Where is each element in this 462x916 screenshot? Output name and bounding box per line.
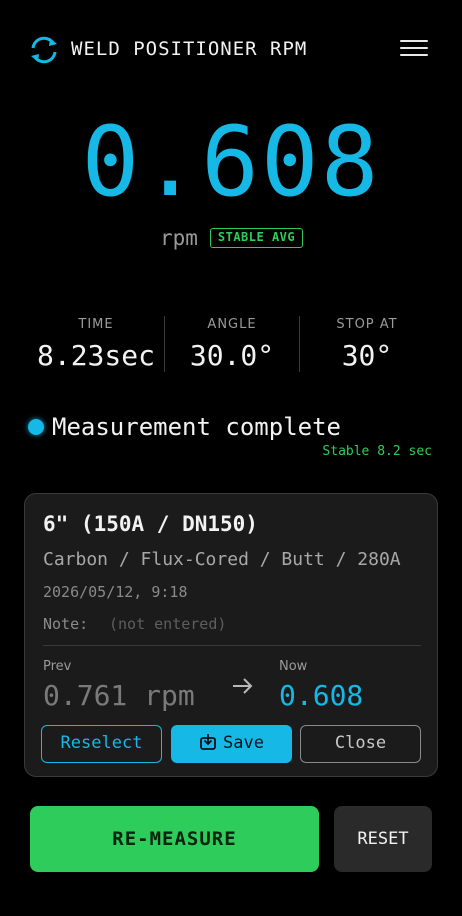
hamburger-menu-icon[interactable] — [400, 40, 430, 58]
reselect-button[interactable]: Reselect — [41, 725, 162, 763]
status-indicator-dot — [28, 419, 44, 435]
status-subtext: Stable 8.2 sec — [322, 444, 432, 459]
stat-stop-at: STOP AT 30° — [300, 316, 434, 372]
stat-time-value: 8.23sec — [36, 339, 155, 372]
note-label: Note: — [43, 615, 89, 633]
stable-avg-badge: STABLE AVG — [210, 228, 303, 248]
result-card: 6" (150A / DN150) Carbon / Flux-Cored / … — [24, 493, 438, 777]
app-title: WELD POSITIONER RPM — [71, 38, 308, 60]
stat-stop-at-label: STOP AT — [336, 317, 398, 332]
stat-time: TIME 8.23sec — [28, 316, 164, 372]
re-measure-button[interactable]: RE-MEASURE — [30, 806, 319, 872]
save-button[interactable]: Save — [171, 725, 292, 763]
prev-label: Prev — [43, 659, 72, 674]
rpm-reading: 0.608 — [81, 106, 381, 218]
stat-time-label: TIME — [78, 317, 114, 332]
save-icon — [200, 734, 216, 750]
status-text: Measurement complete — [52, 413, 341, 441]
measurement-date: 2026/05/12, 9:18 — [43, 583, 188, 601]
prev-value: 0.761 rpm — [43, 679, 195, 712]
app-header: WELD POSITIONER RPM — [0, 0, 462, 100]
stat-angle-value: 30.0° — [189, 339, 275, 372]
reset-button[interactable]: RESET — [334, 806, 432, 872]
pipe-size-title: 6" (150A / DN150) — [43, 512, 258, 536]
stat-stop-at-value: 30° — [341, 339, 393, 372]
rpm-unit: rpm — [160, 226, 198, 250]
close-button[interactable]: Close — [300, 725, 421, 763]
stat-angle: ANGLE 30.0° — [165, 316, 299, 372]
note-value[interactable]: (not entered) — [109, 614, 226, 634]
now-value: 0.608 — [279, 679, 364, 712]
card-divider — [43, 645, 421, 646]
weld-spec: Carbon / Flux-Cored / Butt / 280A — [43, 549, 401, 570]
stat-angle-label: ANGLE — [207, 317, 257, 332]
measurement-stats: TIME 8.23sec ANGLE 30.0° STOP AT 30° — [28, 316, 434, 372]
sync-icon — [31, 36, 57, 64]
save-button-label: Save — [223, 733, 264, 753]
arrow-right-icon — [233, 678, 253, 694]
now-label: Now — [279, 659, 308, 674]
